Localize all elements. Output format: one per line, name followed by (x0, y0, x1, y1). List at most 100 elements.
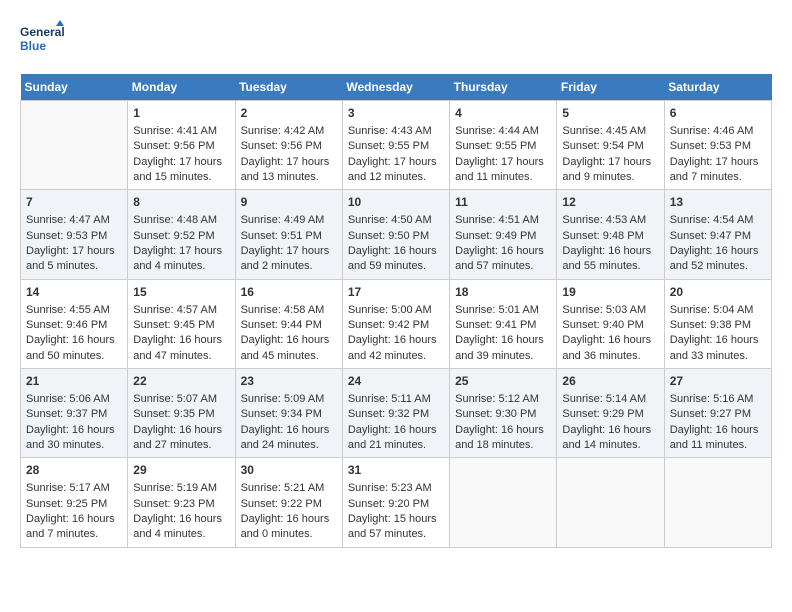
calendar-cell: 10Sunrise: 4:50 AMSunset: 9:50 PMDayligh… (342, 190, 449, 279)
day-info: Daylight: 17 hours and 2 minutes. (241, 244, 337, 275)
day-info: Daylight: 16 hours and 57 minutes. (455, 244, 551, 275)
calendar-cell (557, 458, 664, 547)
calendar-cell: 16Sunrise: 4:58 AMSunset: 9:44 PMDayligh… (235, 279, 342, 368)
day-info: Daylight: 17 hours and 15 minutes. (133, 155, 229, 186)
calendar-cell: 27Sunrise: 5:16 AMSunset: 9:27 PMDayligh… (664, 369, 771, 458)
calendar-cell (450, 458, 557, 547)
day-info: Daylight: 17 hours and 7 minutes. (670, 155, 766, 186)
day-info: Daylight: 16 hours and 33 minutes. (670, 333, 766, 364)
day-info: Daylight: 16 hours and 14 minutes. (562, 423, 658, 454)
day-number: 1 (133, 105, 229, 122)
calendar-cell: 15Sunrise: 4:57 AMSunset: 9:45 PMDayligh… (128, 279, 235, 368)
day-info: Sunset: 9:53 PM (670, 139, 766, 154)
day-info: Sunset: 9:35 PM (133, 407, 229, 422)
svg-text:Blue: Blue (20, 39, 46, 53)
day-info: Sunset: 9:53 PM (26, 229, 122, 244)
day-number: 15 (133, 284, 229, 301)
day-info: Sunset: 9:20 PM (348, 497, 444, 512)
week-row-1: 1Sunrise: 4:41 AMSunset: 9:56 PMDaylight… (21, 101, 772, 190)
day-number: 28 (26, 462, 122, 479)
logo: General Blue (20, 20, 64, 64)
day-info: Sunrise: 5:00 AM (348, 303, 444, 318)
day-info: Daylight: 16 hours and 42 minutes. (348, 333, 444, 364)
day-info: Sunset: 9:29 PM (562, 407, 658, 422)
calendar-cell: 23Sunrise: 5:09 AMSunset: 9:34 PMDayligh… (235, 369, 342, 458)
day-info: Daylight: 17 hours and 4 minutes. (133, 244, 229, 275)
day-info: Sunset: 9:40 PM (562, 318, 658, 333)
day-info: Sunset: 9:46 PM (26, 318, 122, 333)
day-info: Sunrise: 5:09 AM (241, 392, 337, 407)
day-info: Sunrise: 5:11 AM (348, 392, 444, 407)
day-info: Sunset: 9:55 PM (455, 139, 551, 154)
day-info: Sunset: 9:27 PM (670, 407, 766, 422)
day-info: Sunset: 9:56 PM (241, 139, 337, 154)
calendar-cell: 21Sunrise: 5:06 AMSunset: 9:37 PMDayligh… (21, 369, 128, 458)
day-number: 12 (562, 194, 658, 211)
day-info: Sunrise: 4:47 AM (26, 213, 122, 228)
calendar-cell: 20Sunrise: 5:04 AMSunset: 9:38 PMDayligh… (664, 279, 771, 368)
day-info: Sunrise: 5:23 AM (348, 481, 444, 496)
day-info: Daylight: 17 hours and 9 minutes. (562, 155, 658, 186)
day-info: Daylight: 16 hours and 7 minutes. (26, 512, 122, 543)
day-info: Sunset: 9:30 PM (455, 407, 551, 422)
calendar-header-row: SundayMondayTuesdayWednesdayThursdayFrid… (21, 74, 772, 101)
day-info: Daylight: 16 hours and 11 minutes. (670, 423, 766, 454)
day-number: 26 (562, 373, 658, 390)
day-info: Sunrise: 5:19 AM (133, 481, 229, 496)
day-number: 2 (241, 105, 337, 122)
day-info: Daylight: 16 hours and 36 minutes. (562, 333, 658, 364)
week-row-4: 21Sunrise: 5:06 AMSunset: 9:37 PMDayligh… (21, 369, 772, 458)
day-number: 30 (241, 462, 337, 479)
day-header-wednesday: Wednesday (342, 74, 449, 101)
day-header-monday: Monday (128, 74, 235, 101)
day-number: 8 (133, 194, 229, 211)
calendar-cell: 7Sunrise: 4:47 AMSunset: 9:53 PMDaylight… (21, 190, 128, 279)
day-header-saturday: Saturday (664, 74, 771, 101)
calendar-cell: 13Sunrise: 4:54 AMSunset: 9:47 PMDayligh… (664, 190, 771, 279)
day-info: Sunrise: 5:16 AM (670, 392, 766, 407)
day-number: 9 (241, 194, 337, 211)
day-info: Sunrise: 4:44 AM (455, 124, 551, 139)
day-info: Daylight: 16 hours and 24 minutes. (241, 423, 337, 454)
calendar-cell: 26Sunrise: 5:14 AMSunset: 9:29 PMDayligh… (557, 369, 664, 458)
day-info: Sunset: 9:56 PM (133, 139, 229, 154)
day-info: Sunset: 9:47 PM (670, 229, 766, 244)
calendar-cell: 11Sunrise: 4:51 AMSunset: 9:49 PMDayligh… (450, 190, 557, 279)
day-info: Sunrise: 4:41 AM (133, 124, 229, 139)
day-info: Sunset: 9:38 PM (670, 318, 766, 333)
day-info: Sunset: 9:55 PM (348, 139, 444, 154)
day-number: 18 (455, 284, 551, 301)
day-info: Sunset: 9:51 PM (241, 229, 337, 244)
calendar-cell: 1 Sunrise: 4:41 AMSunset: 9:56 PMDaylight… (128, 101, 235, 190)
day-info: Daylight: 16 hours and 27 minutes. (133, 423, 229, 454)
day-info: Sunset: 9:37 PM (26, 407, 122, 422)
calendar-cell: 12Sunrise: 4:53 AMSunset: 9:48 PMDayligh… (557, 190, 664, 279)
day-info: Sunset: 9:32 PM (348, 407, 444, 422)
day-info: Sunrise: 5:03 AM (562, 303, 658, 318)
day-number: 6 (670, 105, 766, 122)
day-number: 10 (348, 194, 444, 211)
day-info: Sunrise: 4:43 AM (348, 124, 444, 139)
header: General Blue (20, 20, 772, 64)
day-info: Daylight: 16 hours and 47 minutes. (133, 333, 229, 364)
day-info: Sunrise: 4:53 AM (562, 213, 658, 228)
calendar-cell: 5Sunrise: 4:45 AMSunset: 9:54 PMDaylight… (557, 101, 664, 190)
calendar-cell: 18Sunrise: 5:01 AMSunset: 9:41 PMDayligh… (450, 279, 557, 368)
calendar-cell: 29Sunrise: 5:19 AMSunset: 9:23 PMDayligh… (128, 458, 235, 547)
day-number: 29 (133, 462, 229, 479)
day-info: Sunrise: 4:49 AM (241, 213, 337, 228)
calendar-cell: 8Sunrise: 4:48 AMSunset: 9:52 PMDaylight… (128, 190, 235, 279)
day-info: Sunrise: 4:54 AM (670, 213, 766, 228)
day-info: Daylight: 16 hours and 39 minutes. (455, 333, 551, 364)
day-info: Sunset: 9:49 PM (455, 229, 551, 244)
day-header-tuesday: Tuesday (235, 74, 342, 101)
day-number: 14 (26, 284, 122, 301)
day-info: Daylight: 17 hours and 13 minutes. (241, 155, 337, 186)
calendar-cell: 2Sunrise: 4:42 AMSunset: 9:56 PMDaylight… (235, 101, 342, 190)
calendar-cell (664, 458, 771, 547)
day-info: Sunset: 9:23 PM (133, 497, 229, 512)
day-info: Sunrise: 4:57 AM (133, 303, 229, 318)
calendar-cell: 17Sunrise: 5:00 AMSunset: 9:42 PMDayligh… (342, 279, 449, 368)
calendar-cell: 14Sunrise: 4:55 AMSunset: 9:46 PMDayligh… (21, 279, 128, 368)
day-info: Daylight: 16 hours and 55 minutes. (562, 244, 658, 275)
